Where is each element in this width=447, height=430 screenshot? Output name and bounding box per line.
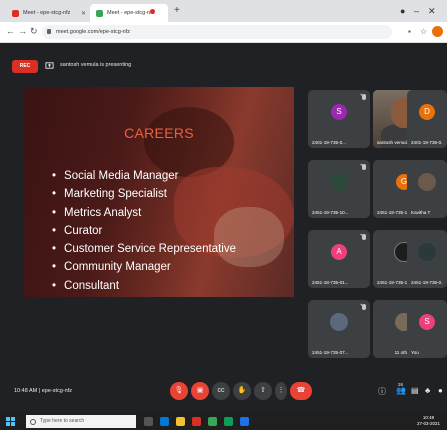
slide-bullet-item: Customer Service Representative xyxy=(52,240,236,258)
search-placeholder: Type here to search xyxy=(40,418,85,424)
participant-tile[interactable]: A 2451-18-735-01... xyxy=(308,230,370,288)
hang-up-button[interactable]: ☎ xyxy=(290,382,312,400)
meet-favicon-icon xyxy=(12,9,19,17)
participant-image xyxy=(330,313,348,331)
lock-host-icon[interactable]: ● xyxy=(438,386,443,395)
captions-button[interactable]: cc xyxy=(212,382,230,400)
browser-tab-strip: Meet - epe-stcg-nfz ✕ Meet - epe-stcg-nf… xyxy=(0,0,447,22)
participant-tile[interactable]: 2451-19-735-10... xyxy=(308,160,370,218)
slide-bullet-item: Consultant xyxy=(52,277,236,295)
clock-date: 27-03-2021 xyxy=(417,421,441,426)
app-icon[interactable] xyxy=(192,417,201,426)
present-button[interactable]: ⇧ xyxy=(254,382,272,400)
slide-bullet-list: Social Media Manager Marketing Specialis… xyxy=(52,167,236,295)
task-view-icon[interactable] xyxy=(144,417,153,426)
meeting-top-bar: REC santosh vemula is presenting xyxy=(0,52,447,82)
address-bar-row: ← → ↻ meet.google.com/epe-stcg-nfz ▪ ☆ xyxy=(0,22,447,43)
participant-tile[interactable]: 2451-19-735-07... xyxy=(308,300,370,358)
activities-icon[interactable]: ♣ xyxy=(425,386,430,395)
participant-tile[interactable]: S 2401-19-735-0... xyxy=(308,90,370,148)
windows-start-icon[interactable] xyxy=(6,417,15,426)
avatar: D xyxy=(419,104,435,120)
slide-bullet-item: Curator xyxy=(52,222,236,240)
participant-name: Kavitha T xyxy=(411,210,431,215)
search-icon xyxy=(30,419,36,425)
slide-title: CAREERS xyxy=(124,125,194,141)
lock-icon xyxy=(47,29,51,34)
participant-tile[interactable]: D 2401-19-735-0... xyxy=(407,90,447,148)
participant-image xyxy=(418,173,436,191)
browser-tab[interactable]: Meet - epe-stcg-nfz ✕ xyxy=(6,4,92,22)
meet-favicon-icon xyxy=(96,9,103,17)
participant-name: 2451-18-735-01... xyxy=(312,280,349,285)
mic-muted-icon xyxy=(362,94,366,100)
profile-avatar[interactable] xyxy=(432,26,443,37)
camera-off-button[interactable]: ▣ xyxy=(191,382,209,400)
presenting-label: santosh vemula is presenting xyxy=(60,62,132,68)
participant-name: 2451-19-735-10... xyxy=(312,210,349,215)
avatar: S xyxy=(331,104,347,120)
slide-bullet-item: Community Manager xyxy=(52,258,236,276)
tab-title: Meet - epe-stcg-nfz xyxy=(23,10,71,16)
meeting-time-and-code: 10:48 AM | epe-stcg-nfz xyxy=(14,388,72,394)
people-icon[interactable]: 👥 xyxy=(396,386,406,395)
chrome-icon[interactable] xyxy=(208,417,217,426)
minimize-icon[interactable]: ● xyxy=(400,6,405,16)
new-tab-button[interactable]: + xyxy=(174,5,180,16)
participant-tile[interactable]: 2451-19-735-0... xyxy=(407,230,447,288)
rec-badge: REC xyxy=(12,60,38,73)
url-input[interactable]: meet.google.com/epe-stcg-nfz xyxy=(42,25,392,39)
reload-icon[interactable]: ↻ xyxy=(30,26,38,37)
mic-muted-icon xyxy=(362,304,366,310)
presenting-icon xyxy=(45,62,54,69)
back-arrow-icon[interactable]: ← xyxy=(6,26,15,36)
mic-off-button[interactable]: 🎙 xyxy=(170,382,188,400)
extension-icon[interactable]: ▪ xyxy=(408,27,411,36)
self-tile[interactable]: S You xyxy=(407,300,447,358)
edge-icon[interactable] xyxy=(160,417,169,426)
participant-name: 2401-19-735-0... xyxy=(411,140,443,145)
close-tab-icon[interactable]: ✕ xyxy=(81,10,86,17)
tab-title: Meet - epe-stcg-nfz xyxy=(107,10,155,16)
chat-icon[interactable]: ▤ xyxy=(411,386,419,395)
file-explorer-icon[interactable] xyxy=(176,417,185,426)
taskbar-clock[interactable]: 10:48 27-03-2021 xyxy=(417,415,440,427)
participant-tile[interactable]: Kavitha T xyxy=(407,160,447,218)
slide-bullet-item: Metrics Analyst xyxy=(52,204,236,222)
avatar: A xyxy=(331,244,347,260)
restore-icon[interactable]: – xyxy=(414,6,419,16)
more-options-button[interactable]: ⋮ xyxy=(275,382,287,400)
presentation-slide: CAREERS Social Media Manager Marketing S… xyxy=(24,87,294,297)
close-window-icon[interactable]: ✕ xyxy=(428,6,436,17)
slide-bullet-item: Marketing Specialist xyxy=(52,185,236,203)
recording-indicator-icon xyxy=(150,9,155,14)
participant-name: 2401-19-735-0... xyxy=(312,140,346,145)
mic-muted-icon xyxy=(362,164,366,170)
avatar: S xyxy=(419,314,435,330)
participant-image xyxy=(330,173,348,191)
participant-name: 2451-19-735-0... xyxy=(411,280,443,285)
raise-hand-button[interactable]: ✋ xyxy=(233,382,251,400)
participant-name: You xyxy=(411,350,419,355)
app-icon[interactable] xyxy=(240,417,249,426)
star-icon[interactable]: ☆ xyxy=(420,27,427,36)
info-icon[interactable]: ⓘ xyxy=(378,386,386,397)
url-text: meet.google.com/epe-stcg-nfz xyxy=(56,29,130,35)
taskbar-search-input[interactable]: Type here to search xyxy=(26,415,136,428)
participant-image xyxy=(418,243,436,261)
meeting-control-bar: 10:48 AM | epe-stcg-nfz 🎙 ▣ cc ✋ ⇧ ⋮ ☎ ⓘ… xyxy=(0,378,447,408)
slide-bullet-item: Social Media Manager xyxy=(52,167,236,185)
app-icon[interactable] xyxy=(224,417,233,426)
participant-name: 2451-19-735-07... xyxy=(312,350,349,355)
forward-arrow-icon[interactable]: → xyxy=(18,26,27,36)
browser-tab-active[interactable]: Meet - epe-stcg-nfz xyxy=(90,4,168,22)
windows-taskbar: Type here to search 10:48 27-03-2021 xyxy=(0,413,447,430)
mic-muted-icon xyxy=(362,234,366,240)
